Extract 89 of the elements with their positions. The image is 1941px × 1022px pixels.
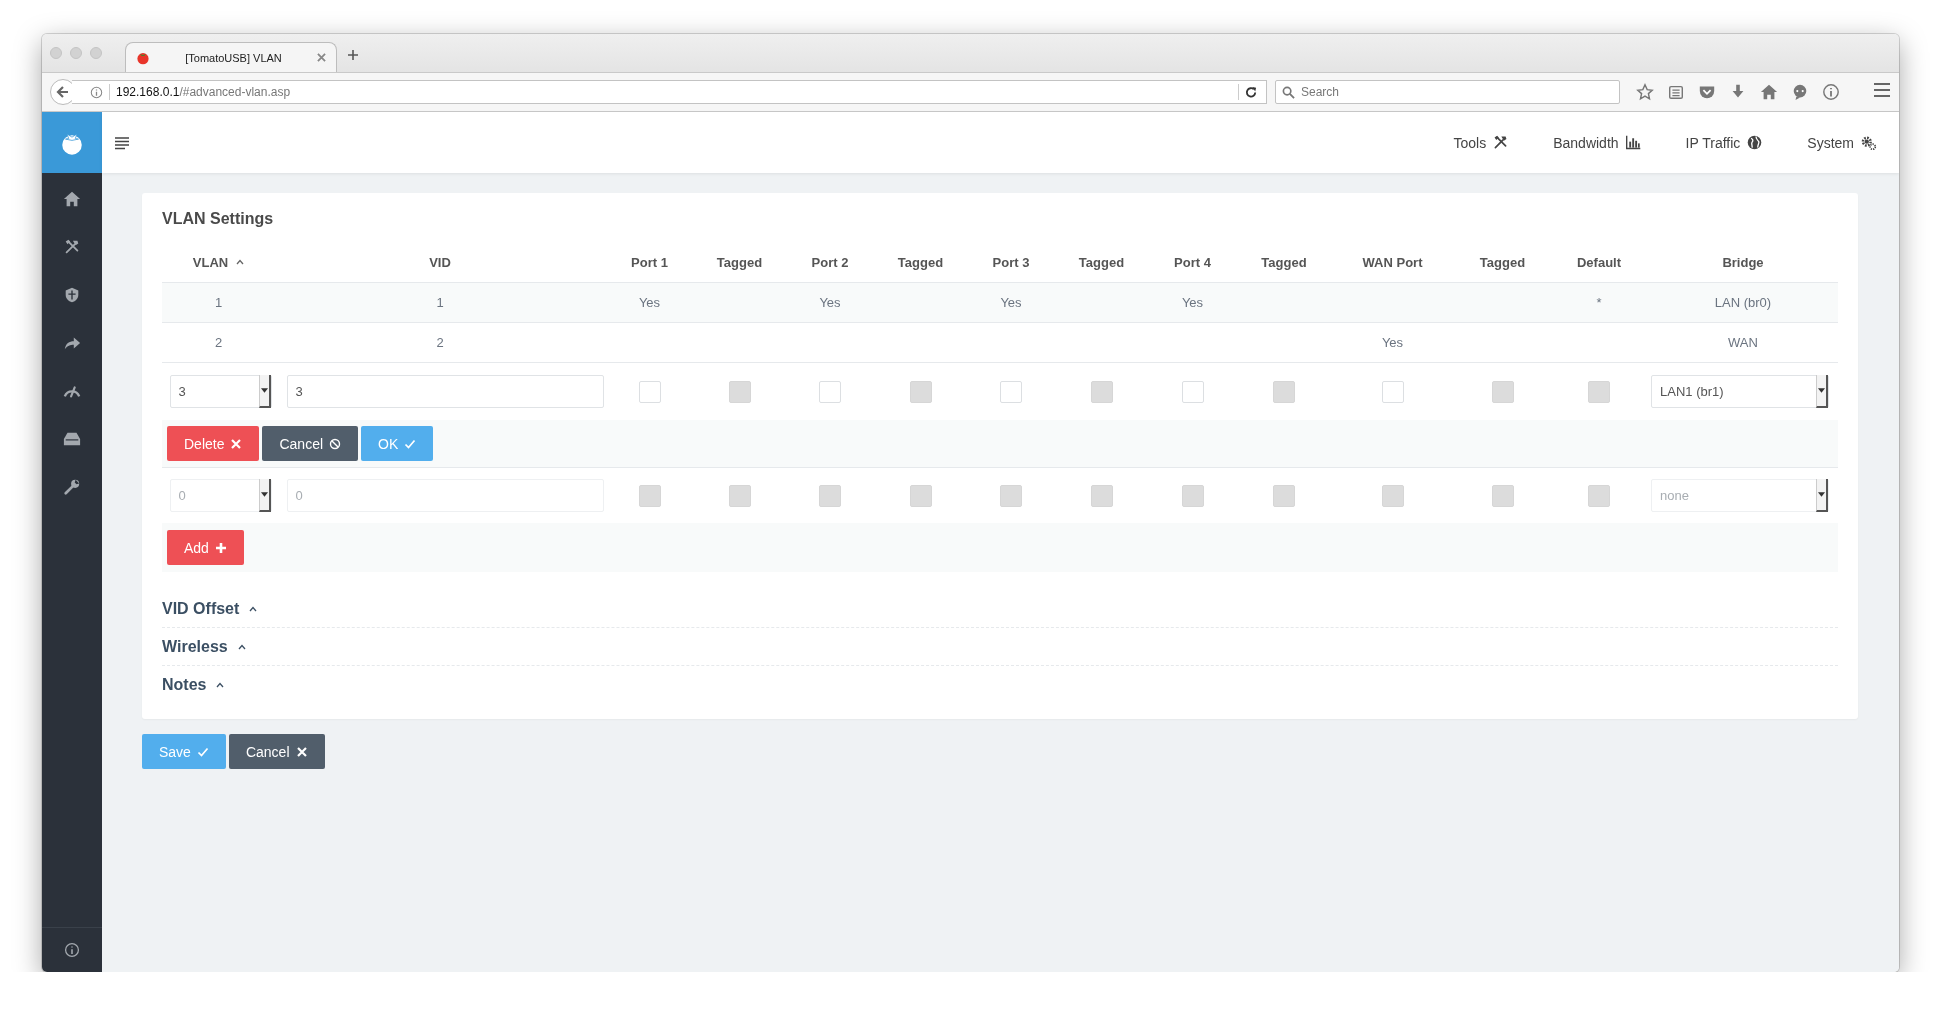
star-icon[interactable] [1636,83,1654,101]
reload-icon[interactable] [1245,85,1258,99]
column-header[interactable]: VLAN [162,254,275,270]
menu-icon[interactable] [1873,82,1891,98]
bar-chart-icon [1624,134,1642,151]
dropdown-caret-icon [1818,388,1825,393]
chevron-up-icon [249,605,258,612]
column-header[interactable]: Tagged [1455,254,1550,270]
menu-icon[interactable] [114,135,130,150]
dropdown-caret-icon [260,388,268,393]
column-header[interactable]: Tagged [1056,254,1147,270]
search-field[interactable]: Search [1275,80,1620,104]
section-toggle[interactable]: Notes [162,675,225,694]
table-cell: Yes [1381,335,1404,350]
plus-icon [347,49,359,61]
check-icon [196,745,209,758]
nav-link[interactable]: Bandwidth [1553,134,1642,151]
column-header[interactable]: Tagged [1238,254,1330,270]
column-header[interactable]: Port 1 [605,254,694,270]
table-cell: * [1596,295,1602,310]
column-header[interactable]: Default [1550,254,1648,270]
chevron-up-icon [216,681,225,688]
browser-tab[interactable]: [TomatoUSB] VLAN [125,42,337,72]
window-zoom-control[interactable] [90,47,102,59]
checkbox[interactable] [819,380,841,403]
chevron-up-icon [237,643,246,650]
nav-link[interactable]: Tools [1453,134,1510,151]
bridge-select[interactable]: LAN1 (br1) [1651,375,1829,408]
window-close-control[interactable] [50,47,62,59]
vlan-select[interactable]: 3 [169,375,272,408]
tools-icon[interactable] [63,238,81,256]
close-icon[interactable] [317,53,326,62]
search-icon [1282,85,1295,99]
column-header[interactable]: Port 4 [1147,254,1238,270]
tomato-icon [136,50,150,65]
section-toggle[interactable]: VID Offset [162,599,258,618]
section-toggle[interactable]: Wireless [162,637,246,656]
add-button[interactable]: Add [167,530,244,565]
delete-button[interactable]: Delete [167,426,260,461]
column-header[interactable]: Port 2 [785,254,875,270]
checkbox[interactable] [1381,380,1404,403]
nav-link[interactable]: System [1807,134,1877,151]
ban-icon [329,437,342,450]
card-title: VLAN Settings [162,209,274,229]
address-field[interactable]: 192.168.0.1/#advanced-vlan.asp [72,80,1267,104]
globe-icon [1746,134,1764,151]
checkbox[interactable] [638,380,661,403]
table-cell: 1 [214,295,223,310]
table-cell: 2 [214,335,223,350]
wrench-icon[interactable] [63,478,81,496]
dropdown-caret-icon [1818,492,1825,497]
home-icon[interactable] [1760,83,1778,101]
table-cell: Yes [638,295,661,310]
close-icon [230,437,243,450]
column-header[interactable]: Bridge [1648,254,1838,270]
checkbox[interactable] [1181,380,1204,403]
drive-icon[interactable] [63,430,81,448]
table-cell: 1 [436,295,444,310]
shield-icon[interactable] [63,286,81,304]
table-cell: Yes [819,295,841,310]
table-cell: LAN (br0) [1714,295,1772,310]
reading-list-icon[interactable] [1667,83,1685,101]
column-header[interactable]: Tagged [875,254,966,270]
back-arrow-icon [56,85,70,99]
info-icon[interactable] [64,942,80,958]
cancel-button[interactable]: Cancel [262,426,359,461]
discard-button[interactable]: Cancel [228,734,325,769]
check-icon [404,437,417,450]
info-icon [90,85,103,99]
sort-caret-icon [236,259,245,265]
column-header[interactable]: VID [275,254,605,270]
column-header[interactable]: Tagged [694,254,785,270]
close-icon [295,745,308,758]
column-header[interactable]: Port 3 [966,254,1056,270]
chat-icon[interactable] [1791,83,1809,101]
table-cell: Yes [1181,295,1204,310]
gears-icon [1860,134,1877,151]
window-minimize-control[interactable] [70,47,82,59]
dropdown-caret-icon [260,492,268,497]
home-icon[interactable] [63,190,81,208]
table-cell: WAN [1728,335,1758,350]
column-header[interactable]: WAN Port [1330,254,1455,270]
nav-link[interactable]: IP Traffic [1685,134,1764,151]
plus-icon [214,541,227,554]
vid-input[interactable]: 3 [286,375,604,408]
checkbox[interactable] [1000,380,1022,403]
table-cell: 2 [436,335,444,350]
info-icon[interactable] [1822,83,1840,101]
table-cell: Yes [1000,295,1022,310]
